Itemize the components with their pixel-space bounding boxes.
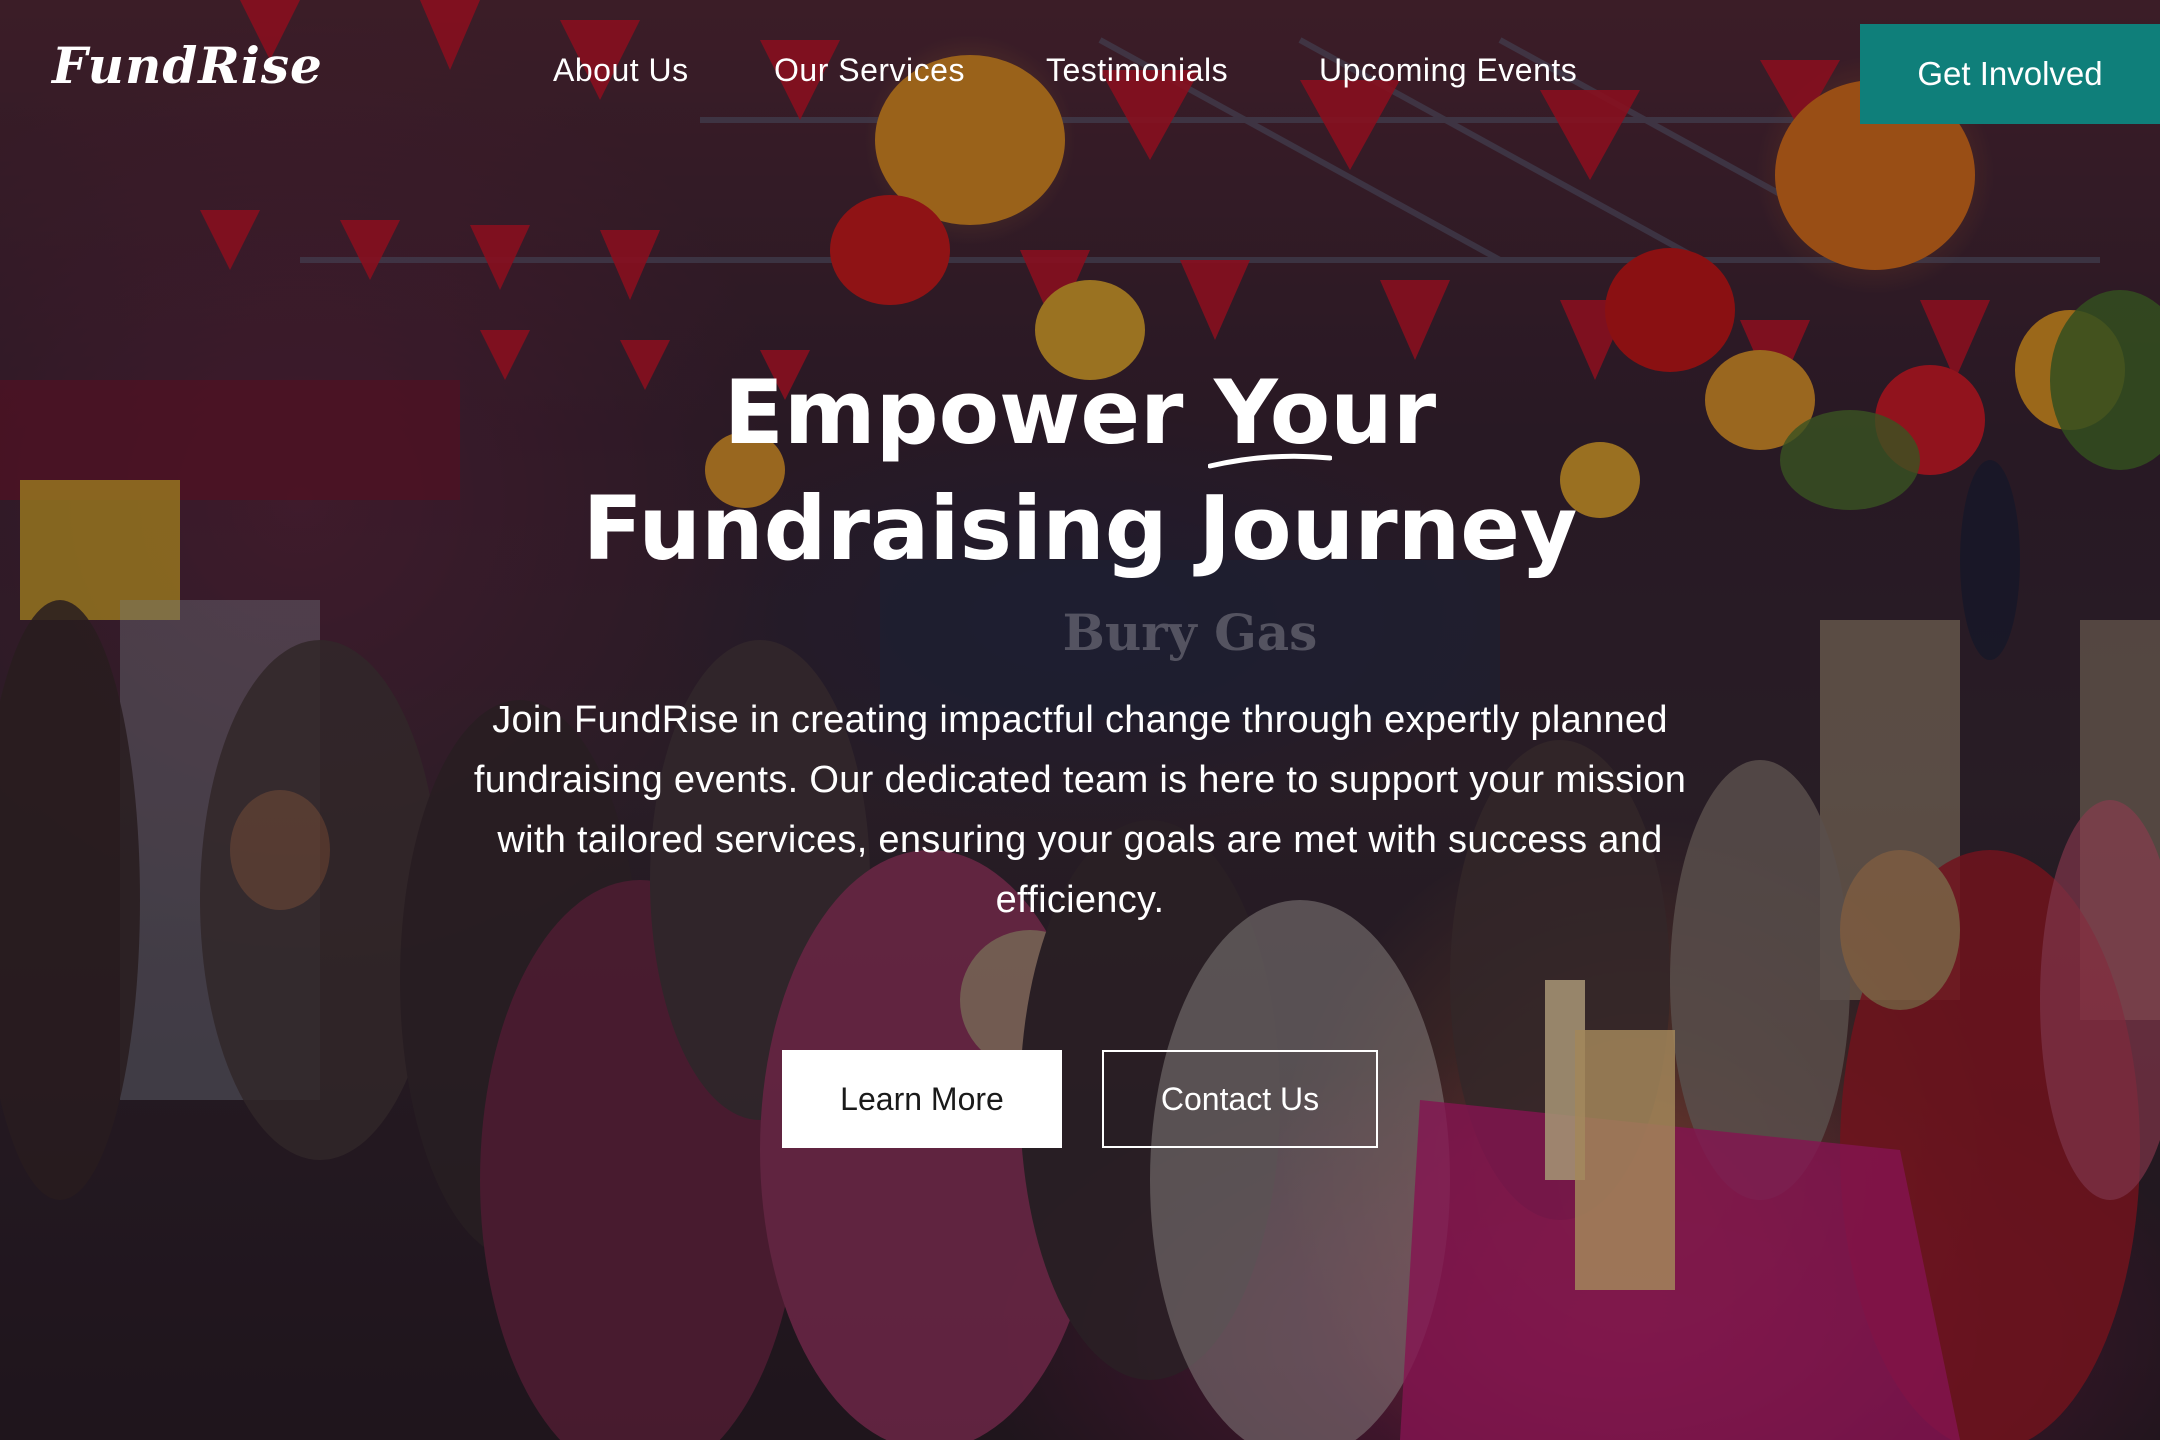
nav-link-our-services[interactable]: Our Services	[774, 52, 965, 89]
hero-title-line-2: Fundraising Journey	[582, 477, 1578, 580]
nav-link-about-us[interactable]: About Us	[553, 52, 689, 89]
learn-more-button[interactable]: Learn More	[782, 1050, 1062, 1148]
landing-page: Bury Gas FundRise About Us Our Services …	[0, 0, 2160, 1440]
hero-description: Join FundRise in creating impactful chan…	[473, 699, 1687, 921]
hero-title: Empower Your Fundraising Journey	[280, 355, 1880, 587]
nav-link-upcoming-events[interactable]: Upcoming Events	[1319, 52, 1577, 89]
nav-link-testimonials[interactable]: Testimonials	[1046, 52, 1228, 89]
top-navigation: FundRise About Us Our Services Testimoni…	[0, 0, 2160, 130]
brand-logo[interactable]: FundRise	[52, 36, 323, 95]
hero-title-line-1: Empower Your	[723, 361, 1437, 464]
contact-us-button[interactable]: Contact Us	[1102, 1050, 1378, 1148]
get-involved-button[interactable]: Get Involved	[1860, 24, 2160, 124]
title-underline-decoration	[1208, 453, 1332, 469]
